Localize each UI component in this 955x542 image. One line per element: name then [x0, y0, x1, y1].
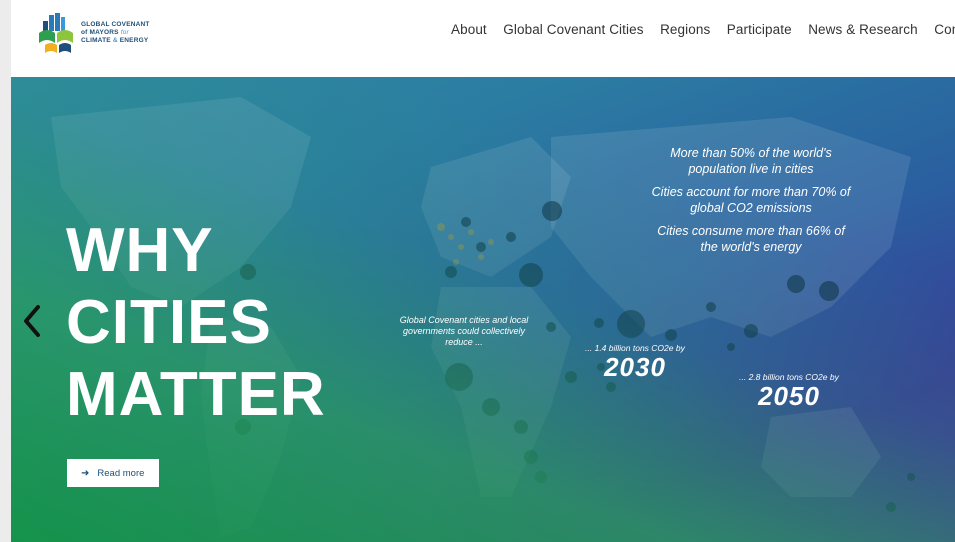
page: GLOBAL COVENANT of MAYORS for CLIMATE & … — [11, 0, 955, 542]
main-nav: About Global Covenant Cities Regions Par… — [451, 22, 955, 37]
logo-mark-icon — [39, 13, 73, 53]
nav-contact[interactable]: Contac — [934, 22, 955, 37]
logo-text: GLOBAL COVENANT of MAYORS for CLIMATE & … — [81, 21, 150, 45]
site-header: GLOBAL COVENANT of MAYORS for CLIMATE & … — [11, 0, 955, 77]
hero-title: WHY CITIES MATTER — [66, 215, 326, 431]
logo-line2: of MAYORS for — [81, 29, 150, 37]
reduce-text: Global Covenant cities and local governm… — [399, 315, 529, 347]
nav-regions[interactable]: Regions — [660, 22, 710, 37]
logo-line3c: ENERGY — [119, 37, 149, 44]
logo-line1: GLOBAL COVENANT — [81, 21, 150, 28]
logo-line3b: & — [112, 37, 118, 44]
stat-population: More than 50% of the world's population … — [670, 146, 832, 176]
logo-line2b: for — [120, 29, 129, 36]
logo-line3a: CLIMATE — [81, 37, 111, 44]
reduction-2050: ... 2.8 billion tons CO2e by 2050 — [739, 372, 839, 410]
read-more-label: Read more — [97, 467, 145, 479]
logo-line2a: of MAYORS — [81, 29, 119, 36]
reduction-2030: ... 1.4 billion tons CO2e by 2030 — [585, 343, 685, 381]
logo-line3: CLIMATE & ENERGY — [81, 37, 150, 45]
reduction-2050-year: 2050 — [758, 381, 820, 411]
hero-banner: WHY CITIES MATTER ➜ Read more More than … — [11, 77, 955, 542]
site-logo[interactable]: GLOBAL COVENANT of MAYORS for CLIMATE & … — [37, 12, 177, 54]
hero-stats: More than 50% of the world's population … — [651, 145, 851, 262]
hero-title-line2: CITIES — [66, 288, 272, 357]
hero-title-line1: WHY — [66, 216, 214, 285]
nav-news-research[interactable]: News & Research — [808, 22, 918, 37]
hero-title-line3: MATTER — [66, 360, 326, 429]
stat-emissions: Cities account for more than 70% of glob… — [651, 185, 851, 215]
arrow-right-icon: ➜ — [81, 467, 90, 479]
nav-participate[interactable]: Participate — [727, 22, 792, 37]
reduction-2030-year: 2030 — [604, 352, 666, 382]
nav-global-covenant-cities[interactable]: Global Covenant Cities — [503, 22, 643, 37]
chevron-left-icon[interactable] — [21, 303, 43, 339]
read-more-button[interactable]: ➜ Read more — [67, 459, 159, 487]
stat-energy: Cities consume more than 66% of the worl… — [657, 224, 845, 254]
nav-about[interactable]: About — [451, 22, 487, 37]
